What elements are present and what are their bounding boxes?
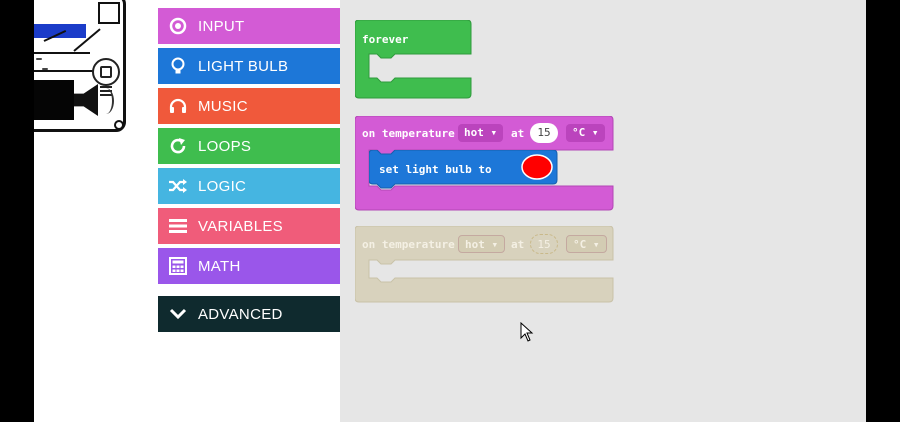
unit-dropdown[interactable]: °C ▾ bbox=[566, 124, 605, 142]
color-swatch[interactable] bbox=[520, 153, 554, 181]
category-label: INPUT bbox=[198, 17, 245, 35]
simulator-panel[interactable] bbox=[34, 0, 128, 134]
at-label: at bbox=[511, 127, 525, 140]
simulator-mount-hole bbox=[114, 120, 124, 130]
simulator-wire bbox=[34, 52, 90, 54]
category-math[interactable]: MATH bbox=[158, 248, 340, 284]
dropdown-caret-icon: ▾ bbox=[591, 126, 599, 139]
category-label: ADVANCED bbox=[198, 305, 283, 323]
unit-value: °C bbox=[573, 238, 587, 251]
blocks-workspace[interactable]: forever on temperature hot ▾ at 15 °C ▾ … bbox=[340, 0, 866, 422]
category-label: LIGHT BULB bbox=[198, 57, 289, 75]
category-light-bulb[interactable]: LIGHT BULB bbox=[158, 48, 340, 84]
temperature-value-field[interactable]: 15 bbox=[530, 123, 558, 143]
category-music[interactable]: MUSIC bbox=[158, 88, 340, 124]
mouse-cursor-icon bbox=[520, 322, 534, 342]
category-label: VARIABLES bbox=[198, 217, 283, 235]
category-label: LOGIC bbox=[198, 177, 247, 195]
condition-dropdown[interactable]: hot ▾ bbox=[458, 124, 504, 142]
chevron-down-icon bbox=[158, 308, 198, 320]
radio-button-icon bbox=[158, 17, 198, 35]
unit-dropdown-disabled[interactable]: °C ▾ bbox=[566, 235, 607, 253]
headphones-icon bbox=[158, 98, 198, 114]
shuffle-icon bbox=[158, 178, 198, 194]
unit-value: °C bbox=[572, 126, 586, 139]
condition-dropdown-disabled[interactable]: hot ▾ bbox=[458, 235, 506, 253]
app: INPUT LIGHT BULB MUSIC LOOPS LOGIC VARIA… bbox=[34, 0, 866, 422]
category-variables[interactable]: VARIABLES bbox=[158, 208, 340, 244]
at-label-disabled: at bbox=[511, 238, 525, 251]
calculator-icon bbox=[158, 257, 198, 275]
category-advanced[interactable]: ADVANCED bbox=[158, 296, 340, 332]
category-label: MATH bbox=[198, 257, 241, 275]
dropdown-caret-icon: ▾ bbox=[491, 238, 499, 251]
set-light-bulb-label: set light bulb to bbox=[379, 163, 492, 176]
lightbulb-icon bbox=[158, 57, 198, 75]
category-label: LOOPS bbox=[198, 137, 252, 155]
dropdown-caret-icon: ▾ bbox=[592, 238, 600, 251]
category-logic[interactable]: LOGIC bbox=[158, 168, 340, 204]
on-temperature-label: on temperature bbox=[362, 127, 455, 140]
forever-label: forever bbox=[362, 33, 409, 46]
simulator-label bbox=[36, 58, 42, 60]
condition-value: hot bbox=[464, 126, 484, 139]
simulator-label bbox=[42, 68, 48, 70]
simulator-dark-area bbox=[34, 80, 74, 120]
condition-value: hot bbox=[465, 238, 485, 251]
category-label: MUSIC bbox=[198, 97, 248, 115]
simulator-bulb-icon[interactable] bbox=[92, 58, 120, 86]
list-icon bbox=[158, 218, 198, 234]
simulator-chip bbox=[98, 2, 120, 24]
category-input[interactable]: INPUT bbox=[158, 8, 340, 44]
sound-waves-icon bbox=[98, 88, 114, 114]
forever-block[interactable] bbox=[355, 20, 475, 100]
on-temperature-label-disabled: on temperature bbox=[362, 238, 455, 251]
temperature-value-field-disabled[interactable]: 15 bbox=[530, 234, 558, 254]
category-loops[interactable]: LOOPS bbox=[158, 128, 340, 164]
refresh-icon bbox=[158, 137, 198, 155]
dropdown-caret-icon: ▾ bbox=[490, 126, 498, 139]
simulator-wire bbox=[34, 70, 94, 72]
